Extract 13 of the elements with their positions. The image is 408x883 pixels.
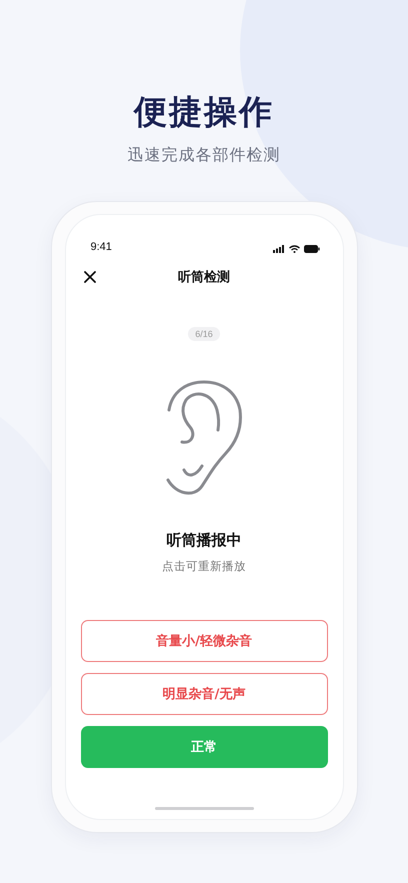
answer-button[interactable]: 明显杂音/无声 xyxy=(80,673,328,715)
battery-icon xyxy=(304,245,320,253)
status-time: 9:41 xyxy=(90,241,112,253)
nav-title: 听筒检测 xyxy=(178,269,230,286)
progress-counter: 6/16 xyxy=(188,327,220,341)
signal-icon xyxy=(272,245,284,253)
replay-hint[interactable]: 点击可重新播放 xyxy=(162,559,246,574)
answer-button[interactable]: 正常 xyxy=(80,726,328,768)
status-title: 听筒播报中 xyxy=(166,531,242,550)
headline: 便捷操作 xyxy=(134,91,274,133)
wifi-icon xyxy=(288,245,300,253)
subheadline: 迅速完成各部件检测 xyxy=(128,144,280,166)
answer-button[interactable]: 音量小/轻微杂音 xyxy=(80,620,328,662)
